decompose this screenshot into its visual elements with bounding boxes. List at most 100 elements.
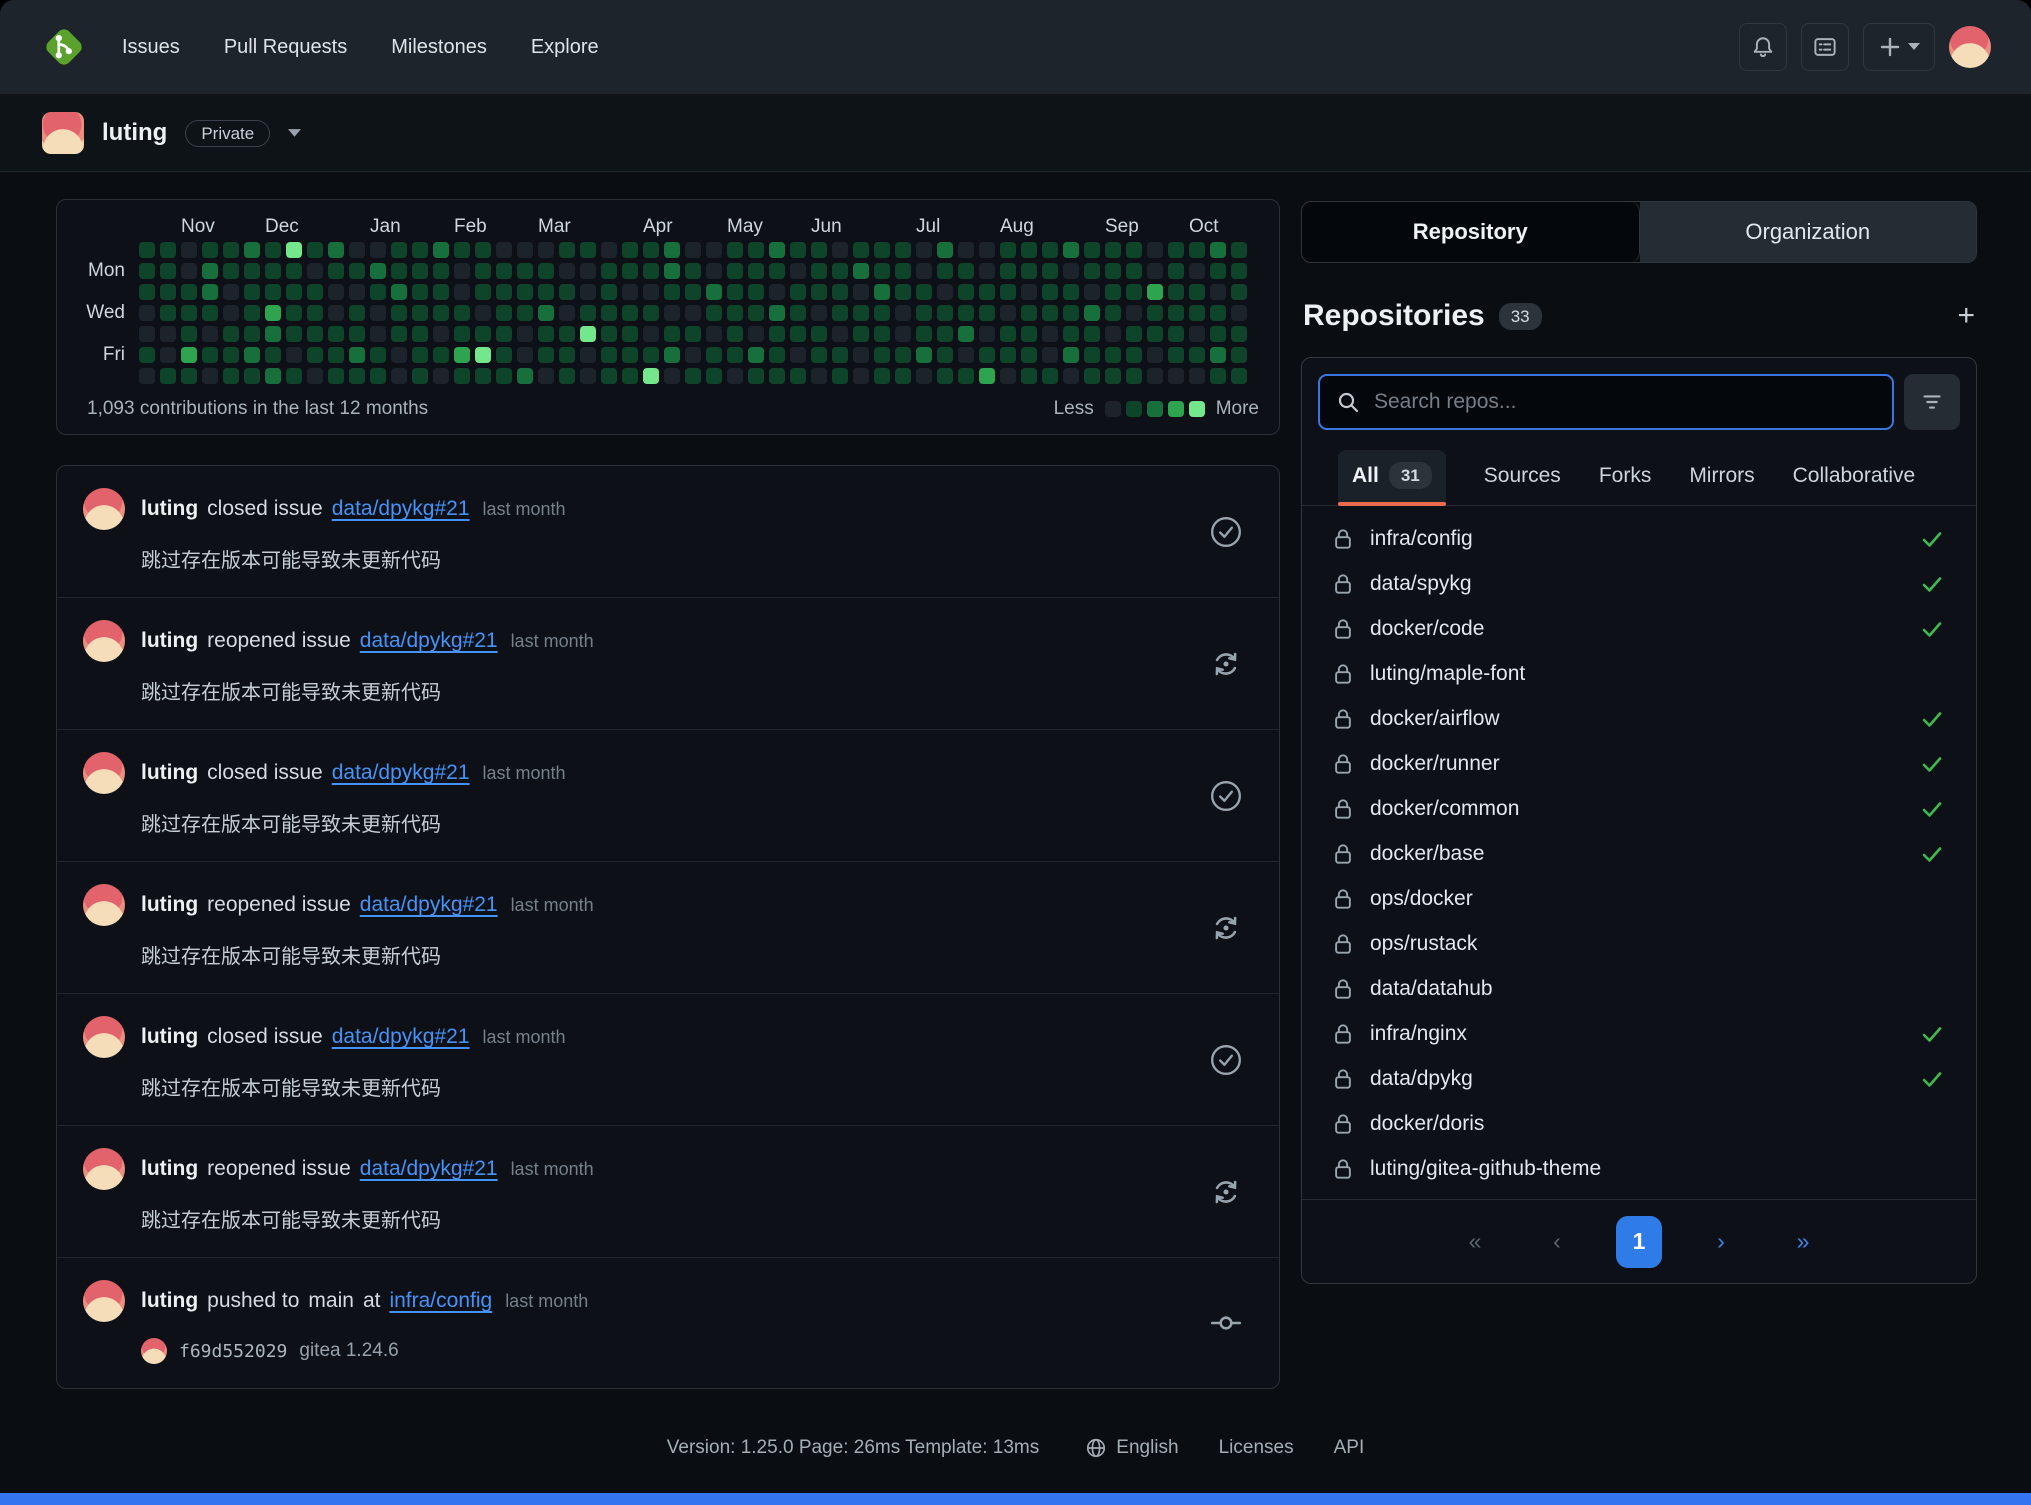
add-repository-button[interactable]: +	[1957, 301, 1975, 331]
check-icon	[1920, 797, 1944, 821]
heatmap-cell	[1084, 326, 1100, 342]
repo-search-input[interactable]	[1372, 389, 1876, 415]
repo-row-ops-rustack[interactable]: ops/rustack	[1310, 921, 1968, 966]
heatmap-cell	[475, 347, 491, 363]
issue-link[interactable]: data/dpykg#21	[360, 893, 498, 917]
notifications-button[interactable]	[1739, 23, 1787, 71]
issue-link[interactable]: data/dpykg#21	[360, 1157, 498, 1181]
repo-row-infra-config[interactable]: infra/config	[1310, 516, 1968, 561]
repo-row-data-spykg[interactable]: data/spykg	[1310, 561, 1968, 606]
gitea-logo-icon[interactable]	[40, 23, 88, 71]
heatmap-cell	[1000, 326, 1016, 342]
heatmap-cell	[559, 263, 575, 279]
issue-link[interactable]: data/dpykg#21	[332, 497, 470, 521]
filter-tab-forks[interactable]: Forks	[1599, 452, 1652, 504]
heatmap-cell	[1021, 326, 1037, 342]
page-1-button[interactable]: 1	[1616, 1216, 1662, 1268]
create-new-button[interactable]	[1863, 23, 1935, 71]
repo-row-infra-nginx[interactable]: infra/nginx	[1310, 1011, 1968, 1056]
issue-link[interactable]: data/dpykg#21	[360, 629, 498, 653]
repo-row-docker-code[interactable]: docker/code	[1310, 606, 1968, 651]
actor-name[interactable]: luting	[141, 629, 198, 653]
repo-row-docker-doris[interactable]: docker/doris	[1310, 1101, 1968, 1146]
feed-item: lutingreopened issuedata/dpykg#21last mo…	[57, 598, 1279, 730]
plus-icon	[1879, 36, 1901, 58]
profile-avatar[interactable]	[42, 112, 84, 154]
issue-link[interactable]: infra/config	[389, 1289, 492, 1313]
heatmap-cell	[643, 326, 659, 342]
api-link[interactable]: API	[1334, 1437, 1365, 1459]
heatmap-cell	[1210, 347, 1226, 363]
heatmap-cell	[1210, 326, 1226, 342]
heatmap-cell	[706, 242, 722, 258]
repo-filter-button[interactable]	[1904, 374, 1960, 430]
repo-row-data-datahub[interactable]: data/datahub	[1310, 966, 1968, 1011]
admin-panel-button[interactable]	[1801, 23, 1849, 71]
heatmap-cell	[916, 305, 932, 321]
filter-tab-sources[interactable]: Sources	[1484, 452, 1561, 504]
repo-row-docker-airflow[interactable]: docker/airflow	[1310, 696, 1968, 741]
actor-avatar[interactable]	[83, 752, 125, 794]
heatmap-cell	[1126, 305, 1142, 321]
actor-name[interactable]: luting	[141, 761, 198, 785]
actor-name[interactable]: luting	[141, 497, 198, 521]
feed-title: lutingclosed issuedata/dpykg#21last mont…	[141, 1025, 566, 1049]
actor-avatar[interactable]	[83, 620, 125, 662]
heatmap-cell	[181, 284, 197, 300]
repo-row-docker-base[interactable]: docker/base	[1310, 831, 1968, 876]
licenses-link[interactable]: Licenses	[1219, 1437, 1294, 1459]
actor-name[interactable]: luting	[141, 1289, 198, 1313]
heatmap-cell	[580, 347, 596, 363]
nav-link-issues[interactable]: Issues	[122, 36, 180, 59]
heatmap-cell	[1063, 368, 1079, 384]
heatmap-cell	[937, 284, 953, 300]
timestamp: last month	[511, 895, 594, 916]
heatmap-cell	[1231, 305, 1247, 321]
heatmap-cell	[517, 242, 533, 258]
repo-row-docker-common[interactable]: docker/common	[1310, 786, 1968, 831]
tab-organization[interactable]: Organization	[1640, 202, 1977, 262]
repo-row-luting-gitea-github-theme[interactable]: luting/gitea-github-theme	[1310, 1146, 1968, 1191]
actor-avatar[interactable]	[83, 1016, 125, 1058]
lock-icon	[1332, 752, 1354, 776]
heatmap-cell	[139, 368, 155, 384]
tab-repository[interactable]: Repository	[1302, 202, 1640, 262]
heatmap-cell	[202, 305, 218, 321]
nav-link-pull-requests[interactable]: Pull Requests	[224, 36, 347, 59]
nav-link-milestones[interactable]: Milestones	[391, 36, 487, 59]
heatmap-cell	[853, 284, 869, 300]
actor-avatar[interactable]	[83, 884, 125, 926]
heatmap-cell	[496, 242, 512, 258]
profile-dropdown-caret-icon[interactable]	[288, 129, 301, 138]
repo-name: infra/config	[1370, 527, 1473, 551]
repo-row-luting-maple-font[interactable]: luting/maple-font	[1310, 651, 1968, 696]
filter-tab-all[interactable]: All31	[1338, 450, 1446, 505]
actor-name[interactable]: luting	[141, 893, 198, 917]
heatmap-cell	[874, 242, 890, 258]
nav-link-explore[interactable]: Explore	[531, 36, 599, 59]
lock-icon	[1332, 977, 1354, 1001]
issue-link[interactable]: data/dpykg#21	[332, 1025, 470, 1049]
actor-avatar[interactable]	[83, 488, 125, 530]
repo-row-ops-docker[interactable]: ops/docker	[1310, 876, 1968, 921]
heatmap-cell	[1105, 284, 1121, 300]
repo-row-data-dpykg[interactable]: data/dpykg	[1310, 1056, 1968, 1101]
commit-hash-link[interactable]: f69d552029	[179, 1341, 287, 1362]
issue-link[interactable]: data/dpykg#21	[332, 761, 470, 785]
actor-avatar[interactable]	[83, 1148, 125, 1190]
next-page-button[interactable]: ›	[1698, 1216, 1744, 1268]
filter-tab-collaborative[interactable]: Collaborative	[1793, 452, 1916, 504]
last-page-button[interactable]: »	[1780, 1216, 1826, 1268]
heatmap-cell	[874, 305, 890, 321]
heatmap-cell	[349, 305, 365, 321]
repo-row-docker-runner[interactable]: docker/runner	[1310, 741, 1968, 786]
actor-name[interactable]: luting	[141, 1025, 198, 1049]
actor-name[interactable]: luting	[141, 1157, 198, 1181]
actor-avatar[interactable]	[83, 1280, 125, 1322]
committer-avatar	[141, 1338, 167, 1364]
check-icon	[1920, 1022, 1944, 1046]
language-selector[interactable]: English	[1085, 1437, 1178, 1459]
filter-tab-mirrors[interactable]: Mirrors	[1689, 452, 1754, 504]
heatmap-cell	[454, 347, 470, 363]
user-avatar[interactable]	[1949, 26, 1991, 68]
